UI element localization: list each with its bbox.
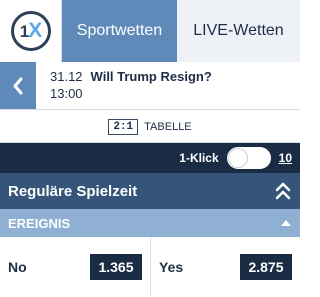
event-info: 31.12 Will Trump Resign? 13:00 [36, 62, 212, 109]
logo-ring: 1X [10, 11, 51, 51]
section-header[interactable]: Reguläre Spielzeit [0, 173, 300, 209]
top-navigation: 1X Sportwetten LIVE-Wetten [0, 0, 300, 62]
market-title: EREIGNIS [8, 215, 71, 231]
outcome-yes[interactable]: Yes 2.875 [150, 237, 300, 297]
double-chevron-up-icon[interactable] [274, 181, 292, 201]
event-header: 31.12 Will Trump Resign? 13:00 [0, 62, 300, 110]
one-click-toggle[interactable] [226, 147, 271, 169]
one-click-amount[interactable]: 10 [279, 151, 292, 165]
section-title: Reguläre Spielzeit [8, 182, 138, 200]
market-header[interactable]: EREIGNIS [0, 209, 300, 237]
tab-sportwetten[interactable]: Sportwetten [62, 0, 177, 62]
event-time: 13:00 [50, 86, 83, 101]
odds-button[interactable]: 2.875 [240, 254, 292, 280]
one-click-label: 1-Klick [179, 151, 219, 165]
chevron-left-icon [13, 77, 23, 94]
event-line: 31.12 Will Trump Resign? [50, 69, 212, 85]
logo[interactable]: 1X [0, 0, 62, 62]
scoreboard-icon: 2:1 [108, 118, 139, 135]
tab-live-wetten[interactable]: LIVE-Wetten [177, 0, 300, 62]
event-date: 31.12 [50, 69, 83, 84]
table-label: TABELLE [144, 120, 192, 133]
outcome-no[interactable]: No 1.365 [0, 237, 150, 297]
toggle-knob [228, 149, 247, 167]
odds-button[interactable]: 1.365 [90, 254, 142, 280]
outcome-name: No [8, 259, 27, 275]
logo-text: 1X [19, 19, 42, 42]
table-link[interactable]: 2:1 TABELLE [0, 111, 300, 143]
back-button[interactable] [0, 62, 36, 109]
event-title: Will Trump Resign? [90, 69, 212, 84]
one-click-bar: 1-Klick 10 [0, 143, 300, 173]
chevron-up-icon[interactable] [280, 218, 292, 228]
outcome-name: Yes [159, 259, 184, 275]
outcomes-row: No 1.365 Yes 2.875 [0, 237, 300, 297]
